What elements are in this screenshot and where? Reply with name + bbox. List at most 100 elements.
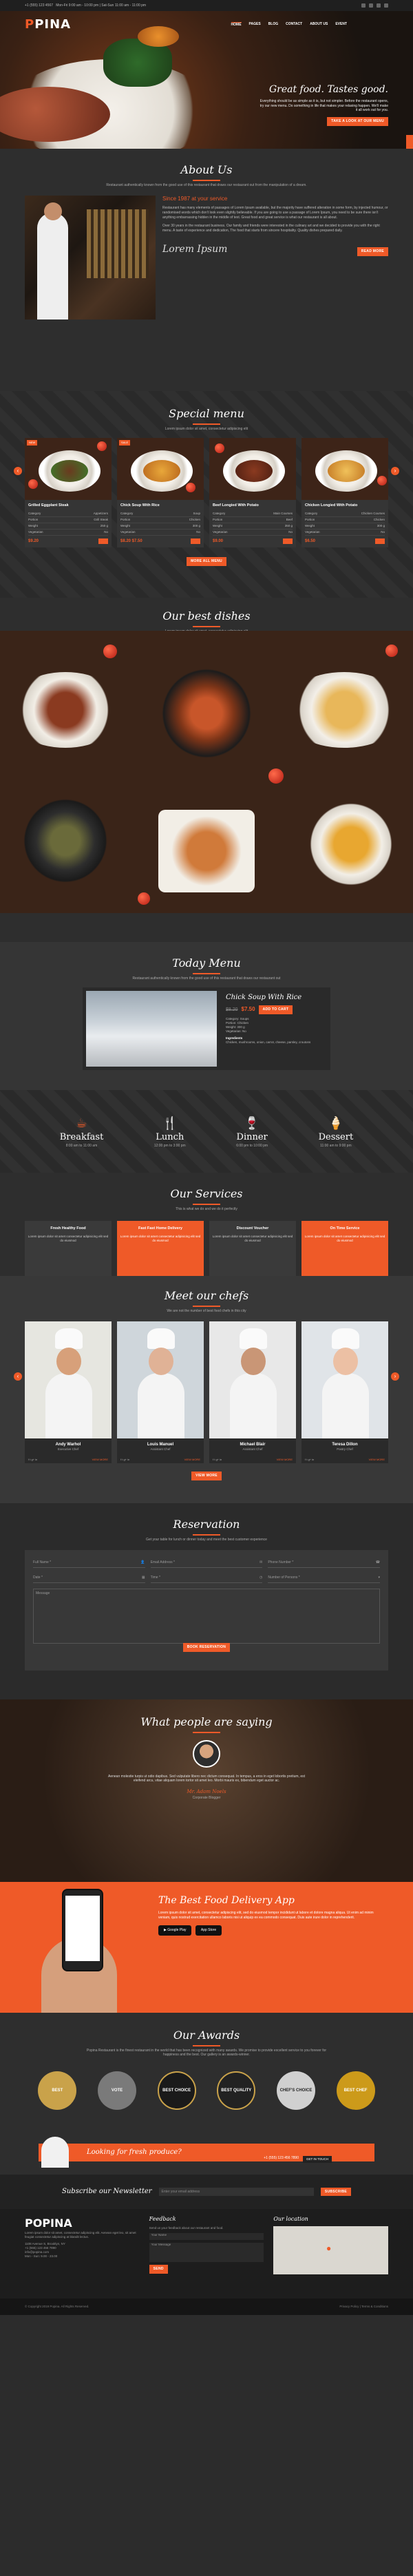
chef-more-link[interactable]: VIEW MORE (92, 1458, 108, 1461)
chef-more-link[interactable]: VIEW MORE (369, 1458, 385, 1461)
chef-card[interactable]: Louis Manuel Assistant Chef f t g+ in VIEW… (117, 1321, 204, 1463)
info-val: 300 g (192, 523, 200, 527)
menu-card[interactable]: Chicken Longied With Potato Category Chic… (301, 438, 388, 548)
social-icons[interactable]: f t g+ in (305, 1458, 314, 1461)
location-map[interactable]: ● (273, 2226, 389, 2274)
footer-logo[interactable]: POPINA (25, 2216, 140, 2231)
get-in-touch-button[interactable]: GET IN TOUCH (302, 2156, 332, 2164)
read-more-button[interactable]: READ MORE (357, 247, 388, 256)
side-tab[interactable] (406, 135, 413, 149)
hero-text: Great food. Tastes good. Everything shou… (257, 83, 388, 126)
name-field[interactable]: Full Name * 👤 (33, 1558, 145, 1569)
view-more-button[interactable]: VIEW MORE (191, 1471, 222, 1480)
chef-face (333, 1348, 358, 1376)
service-card[interactable]: Fast Fast Home Delivery Lorem ipsum dolor… (117, 1221, 204, 1276)
menu-button[interactable]: TAKE A LOOK AT OUR MENU (327, 117, 388, 126)
time-field[interactable]: Time * ◷ (150, 1573, 263, 1584)
instagram-icon[interactable] (377, 3, 381, 8)
chef-card[interactable]: Michael Blair Assistant Chef f t g+ in VIE… (209, 1321, 296, 1463)
service-card[interactable]: On Time Service Lorem ipsum dolor sit ame… (301, 1221, 388, 1276)
nav-item-contact[interactable]: CONTACT (286, 22, 302, 28)
pinterest-icon[interactable] (384, 3, 388, 8)
service-card[interactable]: Discount Voucher Lorem ipsum dolor sit am… (209, 1221, 296, 1276)
tomato (215, 443, 224, 454)
cart-icon[interactable] (98, 538, 108, 545)
social-icons[interactable]: f t g+ in (213, 1458, 222, 1461)
nav-item-event[interactable]: EVENT (335, 22, 347, 28)
service-text: Lorem ipsum dolor sit amet consectetur a… (304, 1234, 385, 1242)
info-row: Weight 250 g (28, 523, 108, 530)
app-section: The Best Food Delivery App Lorem ipsum d… (0, 1882, 413, 2013)
phone-field[interactable]: Phone Number * ☎ (268, 1558, 380, 1569)
service-name: Discount Voucher (236, 1226, 269, 1231)
date-field[interactable]: Date * ▦ (33, 1573, 145, 1584)
service-text: Lorem ipsum dolor sit amet consectetur a… (212, 1234, 293, 1242)
award-badge: CHEF'S CHOICE (276, 2071, 315, 2111)
newsletter-section: Subscribe our Newsletter Enter your emai… (0, 2175, 413, 2209)
next-arrow-icon[interactable]: › (391, 467, 399, 475)
award-badge: BEST QUALITY (217, 2071, 256, 2111)
chef-image (41, 2137, 69, 2168)
today-menu-section: Today Menu Restaurant authentically know… (0, 942, 413, 1090)
legal-links[interactable]: Privacy Policy | Terms & Conditions (339, 2305, 388, 2309)
chef-coat (322, 1373, 369, 1439)
service-card[interactable]: Fresh Healthy Food Lorem ipsum dolor sit … (25, 1221, 112, 1276)
book-reservation-button[interactable]: BOOK RESERVATION (182, 1643, 231, 1653)
cart-icon[interactable] (375, 538, 385, 545)
meal-name: Lunch (156, 1132, 184, 1142)
menu-card[interactable]: NEW Grilled Eggplant Steak Category Appet… (25, 438, 112, 548)
subscribe-button[interactable]: SUBSCRIBE (320, 2187, 351, 2197)
facebook-icon[interactable] (361, 3, 366, 8)
chef-role: Assistant Chef (150, 1447, 171, 1452)
chefs-section: Meet our chefs We are not the number of … (0, 1276, 413, 1503)
price: $6.50 (305, 539, 316, 544)
service-text: Lorem ipsum dolor sit amet consectetur a… (28, 1234, 109, 1242)
nav-item-home[interactable]: HOME (231, 22, 242, 28)
social-icons[interactable]: f t g+ in (28, 1458, 37, 1461)
footer-about: POPINA Lorem ipsum dolor sit amet, conse… (25, 2216, 140, 2292)
chef-more-link[interactable]: VIEW MORE (184, 1458, 200, 1461)
chef-more-link[interactable]: VIEW MORE (277, 1458, 293, 1461)
menu-card[interactable]: Beef Longied With Potato Category Main Co… (209, 438, 296, 548)
more-menu-button[interactable]: MORE ALL MENU (187, 557, 226, 566)
message-field[interactable]: Message (33, 1589, 380, 1644)
add-to-cart-button[interactable]: ADD TO CART (258, 1005, 293, 1014)
info-row: Vegetarian No (213, 530, 293, 536)
feedback-name-input[interactable]: Your Name (149, 2232, 264, 2240)
best-dishes-section: Our best dishes Lorem ipsum dolor sit am… (0, 598, 413, 942)
google-play-button[interactable]: ▶ Google Play (158, 1925, 192, 1936)
site-logo[interactable]: PPINA (25, 17, 71, 33)
service-text: Lorem ipsum dolor sit amet consectetur a… (120, 1234, 201, 1242)
feedback-send-button[interactable]: SEND (149, 2264, 168, 2274)
service-name: Fresh Healthy Food (50, 1226, 86, 1231)
bottles-shelf (87, 209, 149, 279)
app-store-button[interactable]: App Store (195, 1925, 222, 1936)
next-arrow-icon[interactable]: › (391, 1372, 399, 1381)
today-subtitle: Restaurant authentically known from the … (132, 976, 281, 981)
chef-card[interactable]: Teresa Dillon Pastry Chef f t g+ in VIEW M… (301, 1321, 388, 1463)
info-row: Category Main Courses (213, 511, 293, 517)
nav-item-about[interactable]: ABOUT US (310, 22, 328, 28)
prev-arrow-icon[interactable]: ‹ (14, 467, 22, 475)
persons-field[interactable]: Number of Persons * ▾ (268, 1573, 380, 1584)
feedback-text: Send us your feedback about our restaura… (149, 2226, 224, 2230)
twitter-icon[interactable] (369, 3, 373, 8)
book-wrap: BOOK RESERVATION (0, 1643, 413, 1653)
cart-icon[interactable] (191, 538, 200, 545)
prev-arrow-icon[interactable]: ‹ (14, 1372, 22, 1381)
newsletter-email-input[interactable]: Enter your email address (158, 2188, 314, 2196)
nav-item-blog[interactable]: BLOG (268, 22, 278, 28)
cart-icon[interactable] (283, 538, 293, 545)
chef-card[interactable]: Andy Warhol Executive Chef f t g+ in VIEW … (25, 1321, 112, 1463)
dish-image (301, 438, 388, 501)
field-label: Time * (150, 1575, 160, 1580)
awards-title: Our Awards (173, 2029, 240, 2042)
social-icons[interactable]: f t g+ in (120, 1458, 129, 1461)
email-field[interactable]: Email Address * ✉ (150, 1558, 263, 1569)
nav-item-pages[interactable]: PAGES (249, 22, 261, 28)
chef-social: f t g+ in VIEW MORE (117, 1456, 204, 1463)
meal-hours: 12:00 pm to 3:00 pm (153, 1143, 186, 1148)
menu-card[interactable]: SALE Chick Soup With Rice Category Soup P… (117, 438, 204, 548)
feedback-message-input[interactable]: Your Message (149, 2242, 264, 2262)
reservation-section: Reservation Get your table for lunch or … (0, 1503, 413, 1699)
